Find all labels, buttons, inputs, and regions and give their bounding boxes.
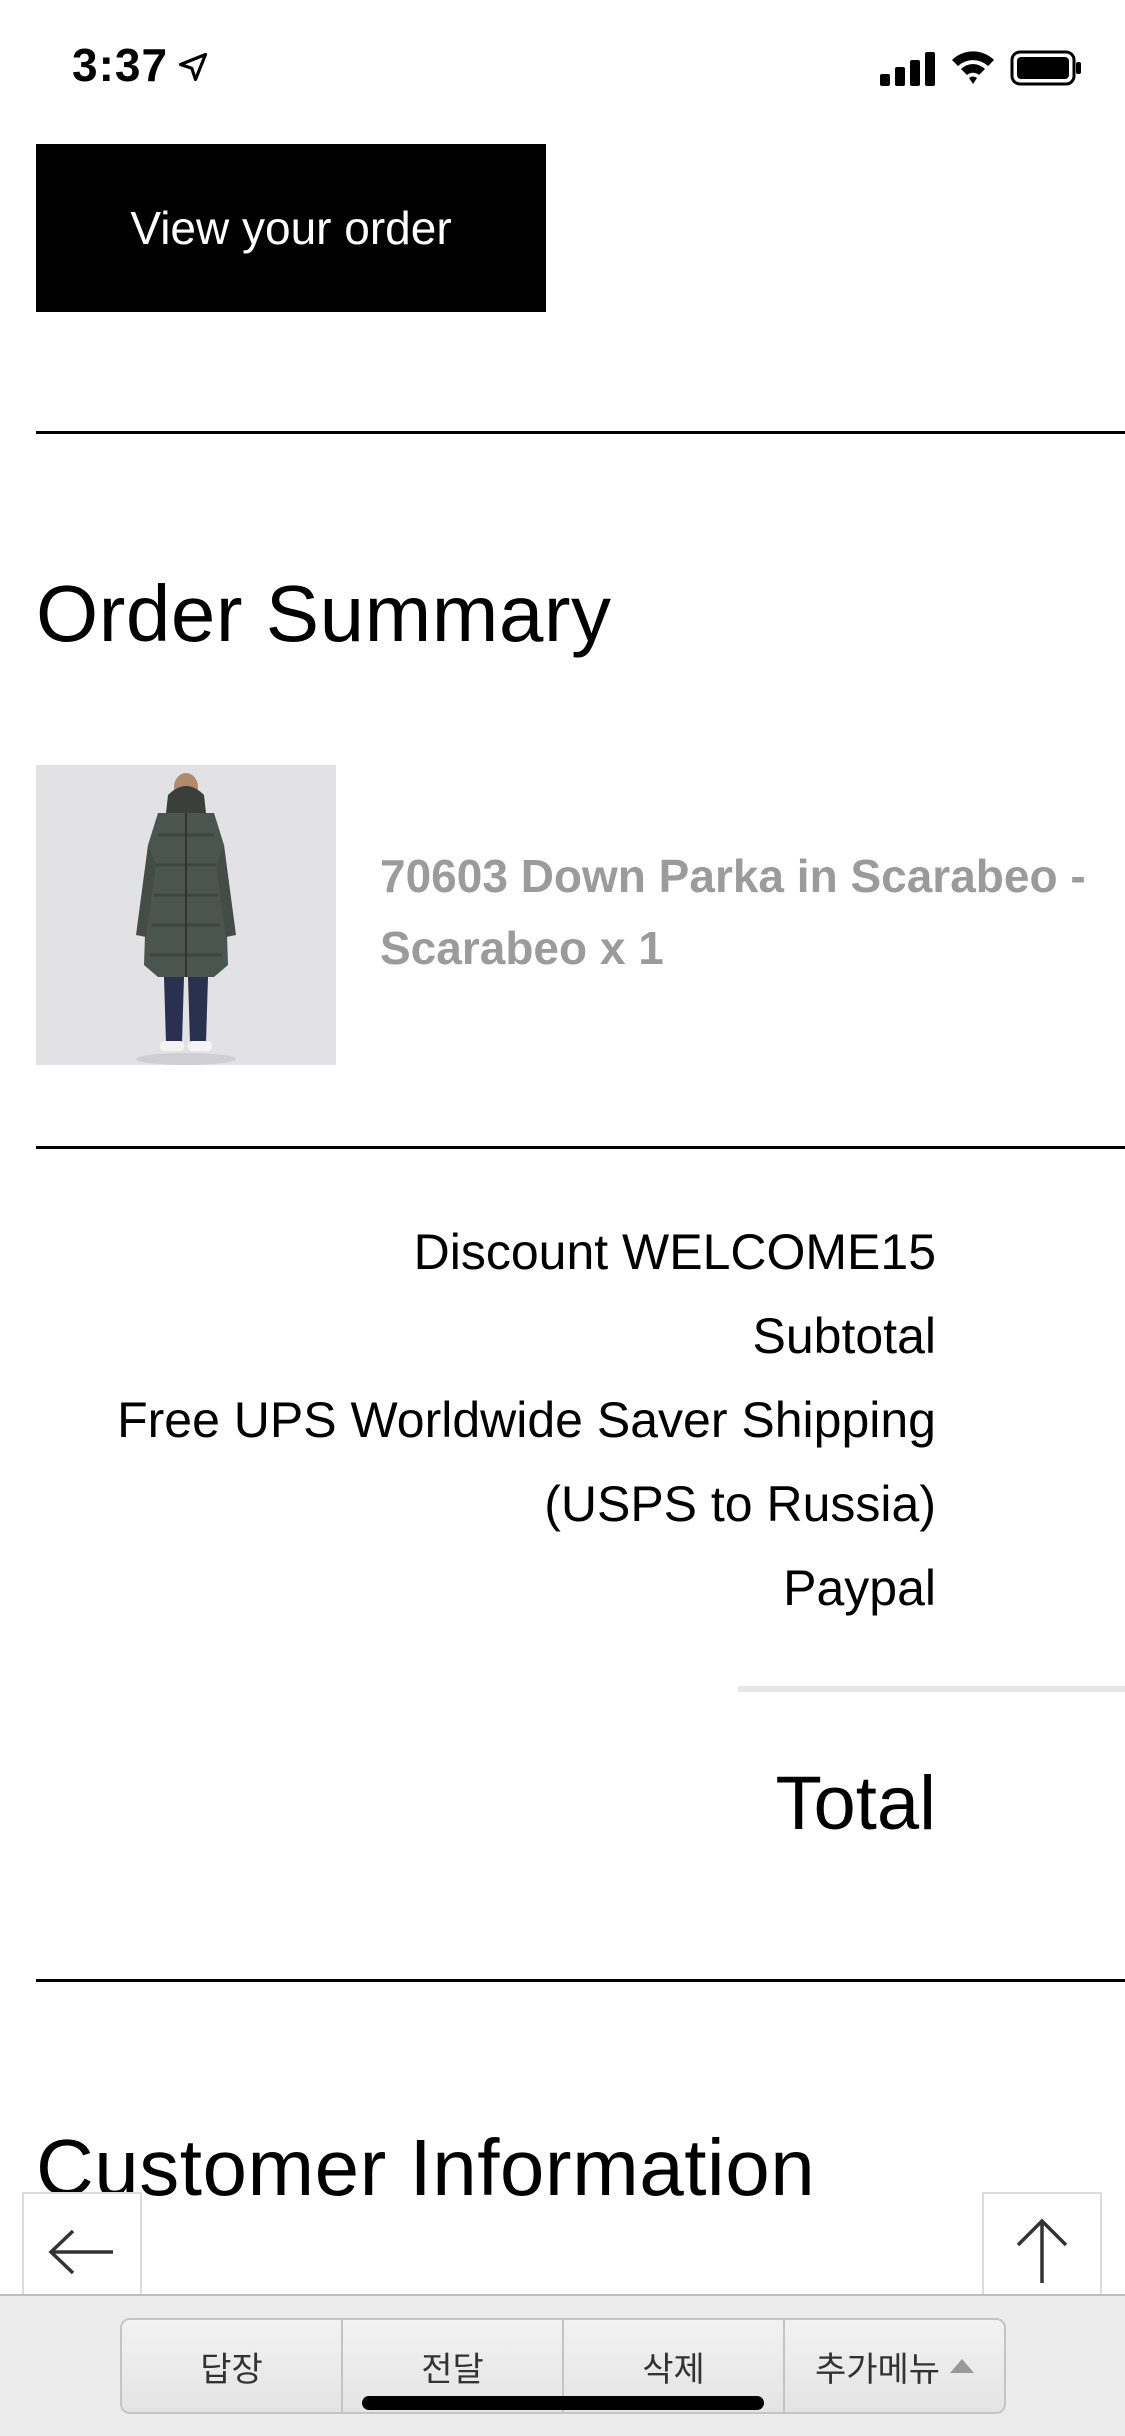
divider	[36, 1146, 1125, 1149]
status-bar: 3:37	[0, 0, 1125, 140]
more-menu-label: 추가메뉴	[814, 2350, 941, 2389]
product-image[interactable]	[36, 765, 336, 1065]
shipping-line-detail: (USPS to Russia)	[544, 1476, 936, 1532]
wifi-icon	[952, 51, 994, 84]
shipping-line: Free UPS Worldwide Saver Shipping	[117, 1392, 936, 1448]
arrow-up-icon	[1016, 2218, 1068, 2283]
divider	[36, 1979, 1125, 1982]
total-divider	[738, 1686, 1125, 1692]
divider	[36, 431, 1125, 434]
forward-label: 전달	[421, 2350, 484, 2389]
payment-line: Paypal	[783, 1560, 936, 1616]
arrow-left-icon	[48, 2229, 113, 2275]
reply-label: 답장	[200, 2350, 263, 2389]
more-menu-button[interactable]: 추가메뉴	[785, 2320, 1004, 2412]
product-name-line2: Scarabeo x 1	[380, 922, 664, 974]
discount-line: Discount WELCOME15	[413, 1224, 936, 1280]
subtotal-line: Subtotal	[752, 1308, 936, 1364]
order-summary-lines: Discount WELCOME15 Subtotal Free UPS Wor…	[36, 1210, 936, 1630]
caret-up-icon	[950, 2359, 975, 2373]
battery-icon	[1010, 50, 1081, 86]
total-label: Total	[775, 1761, 936, 1846]
view-order-button[interactable]: View your order	[36, 144, 546, 312]
location-arrow-icon	[178, 52, 208, 82]
home-indicator	[362, 2396, 764, 2410]
order-summary-title: Order Summary	[36, 569, 612, 658]
bottom-toolbar: 답장 전달 삭제 추가메뉴	[0, 2294, 1125, 2436]
product-name[interactable]: 70603 Down Parka in Scarabeo - Scarabeo …	[380, 840, 1125, 984]
reply-button[interactable]: 답장	[122, 2320, 343, 2412]
product-photo-parka	[36, 765, 336, 1065]
delete-label: 삭제	[642, 2350, 705, 2389]
status-time: 3:37	[72, 39, 169, 91]
cellular-signal-icon	[880, 52, 935, 86]
product-name-line1: 70603 Down Parka in Scarabeo -	[380, 850, 1086, 902]
customer-information-title: Customer Information	[36, 2123, 816, 2212]
